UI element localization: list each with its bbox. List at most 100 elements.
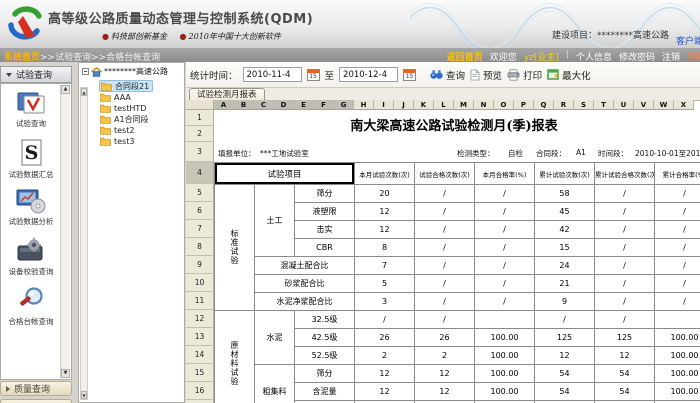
value-cell[interactable]: 100.00 [655,347,700,365]
value-cell[interactable]: 8 [355,239,415,257]
column-letter[interactable]: L [434,100,454,110]
column-letter[interactable]: S [574,100,594,110]
column-letter[interactable]: C [254,100,274,110]
value-cell[interactable]: 5 [355,275,415,293]
value-cell[interactable]: 20 [355,185,415,203]
row-number[interactable]: 10 [186,274,214,292]
value-cell[interactable]: 54 [595,383,655,401]
value-cell[interactable]: / [655,275,700,293]
value-cell[interactable]: / [655,221,700,239]
value-cell[interactable]: 100.00 [655,383,700,401]
panel-header-partial[interactable] [0,399,72,403]
value-cell[interactable]: 24 [535,257,595,275]
value-cell[interactable]: / [415,203,475,221]
row-number[interactable]: 12 [186,310,214,328]
value-cell[interactable]: 58 [535,185,595,203]
value-cell[interactable]: 54 [535,365,595,383]
value-cell[interactable]: / [655,203,700,221]
row-number[interactable]: 16 [186,382,214,400]
header-cell[interactable]: 累计试验次数(次) [535,163,595,185]
profile-link[interactable]: 个人信息 [576,50,612,62]
subgroup-cell[interactable]: 粗集料 [255,365,295,403]
row-number[interactable]: 3 [186,142,214,162]
client-download-link[interactable]: 客户端 [676,34,700,47]
tree-item[interactable]: testHTD [99,103,153,114]
tree-item[interactable]: test3 [99,136,153,147]
change-password-link[interactable]: 修改密码 [619,50,655,62]
value-cell[interactable]: / [535,311,595,329]
value-cell[interactable]: / [595,275,655,293]
tree-item[interactable]: 合同段21 [99,80,153,92]
sidebar-item-data-analysis[interactable]: 试验数据分析 [1,188,61,237]
sidebar-item-pass-ledger-query[interactable]: 合格台帐查询 [1,286,61,335]
value-cell[interactable]: / [415,293,475,311]
value-cell[interactable]: / [415,275,475,293]
scroll-up-arrow-icon[interactable]: ▲ [81,88,87,96]
value-cell[interactable]: / [415,221,475,239]
scroll-up-arrow-icon[interactable]: ▲ [61,85,70,94]
scroll-down-arrow-icon[interactable]: ▼ [81,391,87,399]
value-cell[interactable]: / [655,293,700,311]
row-number[interactable]: 7 [186,220,214,238]
column-letter[interactable]: U [614,100,634,110]
value-cell[interactable]: 12 [355,383,415,401]
value-cell[interactable]: / [475,221,535,239]
item-cell[interactable]: 筛分 [295,365,355,383]
value-cell[interactable]: 100.00 [475,383,535,401]
column-letter[interactable]: T [594,100,614,110]
column-letter[interactable]: P [514,100,534,110]
logout-link[interactable]: 注销 [662,50,680,62]
item-cell[interactable]: 液塑限 [295,203,355,221]
item-cell[interactable]: 52.5级 [295,347,355,365]
column-letter[interactable]: G [334,100,354,110]
row-number[interactable]: 1 [186,110,214,126]
row-number[interactable]: 5 [186,184,214,202]
row-number[interactable]: 8 [186,238,214,256]
tree-item[interactable]: A1合同段 [99,114,153,125]
column-letter[interactable]: J [394,100,414,110]
calendar-icon[interactable]: 15 [307,69,320,81]
value-cell[interactable]: / [415,311,475,329]
column-letter[interactable]: O [494,100,514,110]
column-letter[interactable]: I [374,100,394,110]
value-cell[interactable]: 45 [535,203,595,221]
header-cell-selected[interactable]: 试验项目 [215,163,355,185]
value-cell[interactable]: 12 [535,347,595,365]
column-letter[interactable]: B [234,100,254,110]
column-letter[interactable]: M [454,100,474,110]
column-letter[interactable]: D [274,100,294,110]
value-cell[interactable]: / [475,239,535,257]
value-cell[interactable]: / [595,221,655,239]
column-letter[interactable]: N [474,100,494,110]
item-cell[interactable]: 水泥净浆配合比 [255,293,355,311]
column-letter[interactable]: K [414,100,434,110]
row-number[interactable]: 14 [186,346,214,364]
value-cell[interactable]: 12 [415,365,475,383]
value-cell[interactable]: / [595,293,655,311]
column-letter[interactable]: X [674,100,694,110]
value-cell[interactable]: 12 [355,365,415,383]
value-cell[interactable]: 125 [535,329,595,347]
header-cell[interactable]: 累计试验合格次数(次) [595,163,655,185]
value-cell[interactable]: / [415,239,475,257]
row-number[interactable]: 6 [186,202,214,220]
value-cell[interactable]: / [475,185,535,203]
item-cell[interactable]: 含泥量 [295,383,355,401]
column-letter[interactable]: R [554,100,574,110]
query-button[interactable]: 查询 [430,68,465,82]
item-cell[interactable]: 砂浆配合比 [255,275,355,293]
value-cell[interactable]: 54 [595,365,655,383]
tree-item[interactable]: AAA [99,92,153,103]
date-from-input[interactable] [243,67,302,82]
tab-monthly-report[interactable]: 试验检测月报表 [189,88,265,100]
subgroup-cell[interactable]: 水泥 [255,311,295,365]
maximize-button[interactable]: 最大化 [547,68,591,82]
column-letter[interactable]: A [214,100,234,110]
item-cell[interactable]: 42.5级 [295,329,355,347]
column-letter[interactable]: E [294,100,314,110]
row-number[interactable]: 11 [186,292,214,310]
value-cell[interactable]: 12 [595,347,655,365]
value-cell[interactable]: 100.00 [475,347,535,365]
value-cell[interactable]: 9 [535,293,595,311]
collapse-icon[interactable] [82,68,89,75]
